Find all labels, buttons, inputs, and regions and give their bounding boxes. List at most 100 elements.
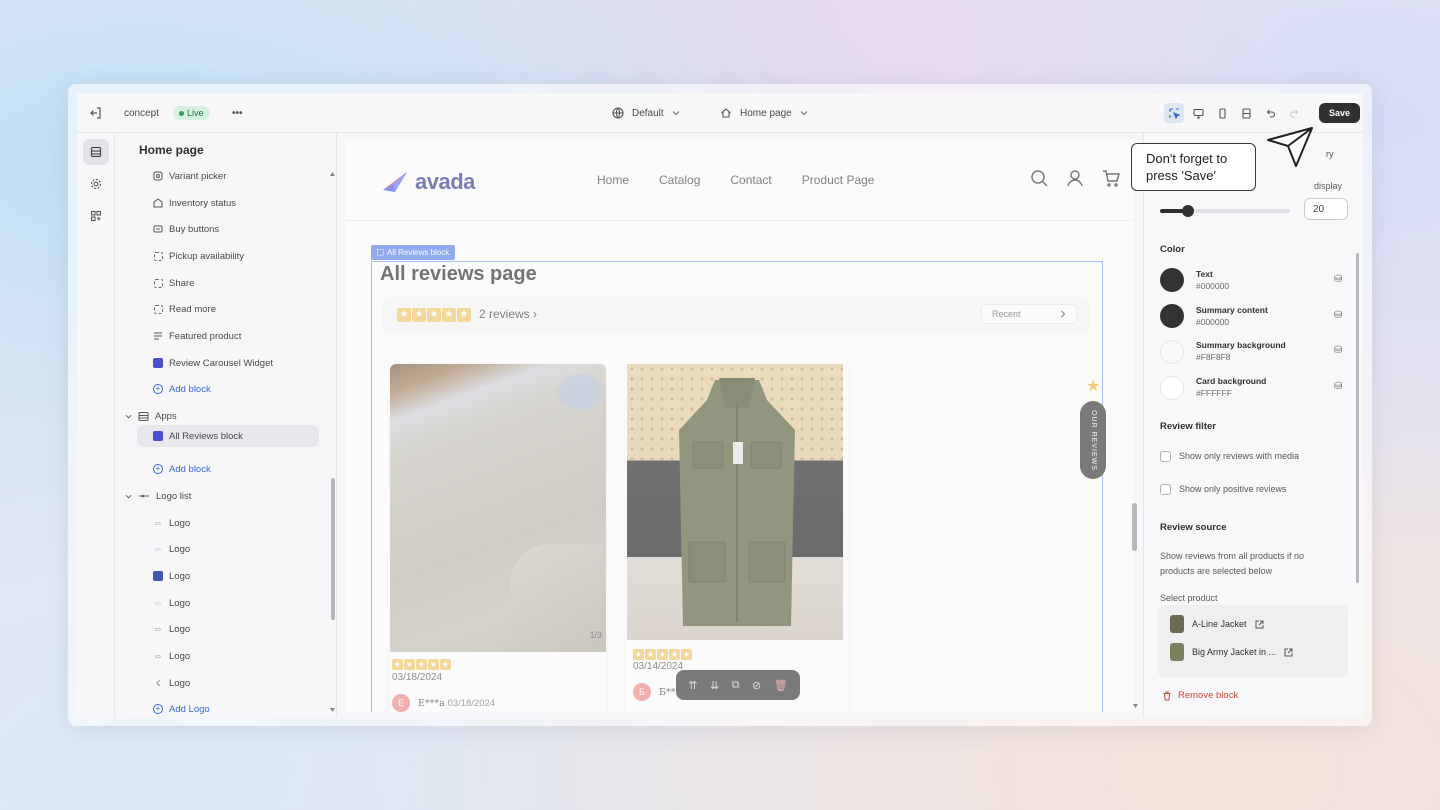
trash-icon[interactable]: 🗑 <box>774 679 788 692</box>
dynamic-source-icon[interactable]: ⛁ <box>1334 310 1344 321</box>
nav-link-contact[interactable]: Contact <box>730 173 771 187</box>
tree-item-logo[interactable]: ☇ Logo <box>137 672 319 694</box>
section-icon <box>138 411 149 421</box>
product-item[interactable]: Big Army Jacket in ... <box>1170 643 1293 661</box>
add-block-button[interactable]: + Add block <box>137 378 319 400</box>
exit-button[interactable] <box>89 93 103 133</box>
desktop-view-button[interactable] <box>1188 103 1208 123</box>
list-icon <box>153 331 163 341</box>
callout-line: press 'Save' <box>1146 168 1216 183</box>
sort-select[interactable]: Recent <box>981 304 1077 324</box>
star-icon: ★ <box>440 659 451 670</box>
store-logo[interactable]: avada <box>381 169 475 195</box>
plus-circle-icon: + <box>153 464 163 474</box>
color-swatch-text[interactable] <box>1160 268 1184 292</box>
chevron-right-icon: › <box>533 307 538 321</box>
tree-item-logo[interactable]: Logo <box>137 565 319 587</box>
tree-group-logo-list[interactable]: Logo list <box>125 485 191 507</box>
canvas-scrollbar[interactable] <box>1132 503 1137 551</box>
add-logo-button[interactable]: + Add Logo <box>137 698 319 718</box>
tree-item-inventory-status[interactable]: Inventory status <box>137 192 319 214</box>
page-select[interactable]: Home page <box>720 93 808 133</box>
nav-link-product-page[interactable]: Product Page <box>802 173 875 187</box>
undo-button[interactable] <box>1260 103 1280 123</box>
star-icon[interactable]: ★ <box>1086 376 1100 396</box>
review-card[interactable]: ★ ★ ★ ★ ★ 03/14/2024 Б Б** <box>625 359 849 712</box>
move-up-icon[interactable]: ⇈ <box>688 679 697 692</box>
review-photo[interactable] <box>627 364 843 640</box>
redo-button[interactable] <box>1284 103 1304 123</box>
review-photo[interactable]: 1/3 <box>390 364 606 652</box>
external-link-icon[interactable] <box>1284 648 1293 657</box>
more-menu-button[interactable]: ••• <box>232 93 243 133</box>
live-badge: Live <box>173 106 210 120</box>
exit-icon <box>90 107 101 119</box>
color-swatch-card-background[interactable] <box>1160 376 1184 400</box>
tree-item-featured-product[interactable]: Featured product <box>137 325 319 347</box>
theme-settings-tab-button[interactable] <box>83 171 109 197</box>
scroll-up-icon[interactable] <box>329 171 336 177</box>
external-link-icon[interactable] <box>1255 620 1264 629</box>
inspector-toggle-button[interactable] <box>1164 103 1184 123</box>
account-icon[interactable] <box>1066 169 1084 187</box>
settings-scrollbar[interactable] <box>1356 253 1359 583</box>
tree-item-logo[interactable]: ▭ Logo <box>137 618 319 640</box>
color-name: Summary background <box>1196 340 1286 350</box>
review-card[interactable]: 1/3 ★ ★ ★ ★ ★ 03/18/2024 E E***a 03/18/2… <box>390 364 606 712</box>
remove-block-button[interactable]: Remove block <box>1162 690 1238 701</box>
tree-item-logo[interactable]: ▭ Logo <box>137 645 319 667</box>
tree-item-read-more[interactable]: Read more <box>137 298 319 320</box>
mobile-view-button[interactable] <box>1212 103 1232 123</box>
nav-link-catalog[interactable]: Catalog <box>659 173 700 187</box>
media-only-checkbox[interactable] <box>1160 451 1171 462</box>
review-count: 2 reviews <box>479 307 530 321</box>
sidebar-scrollbar[interactable] <box>331 478 335 620</box>
tree-item-variant-picker[interactable]: Variant picker <box>137 165 319 187</box>
color-swatch-summary-background[interactable] <box>1160 340 1184 364</box>
theme-select-label: Default <box>632 107 664 119</box>
theme-select[interactable]: Default <box>612 93 680 133</box>
star-icon: ★ <box>457 308 471 322</box>
save-button[interactable]: Save <box>1319 103 1361 123</box>
tree-item-label: Read more <box>169 303 216 315</box>
dynamic-source-icon[interactable]: ⛁ <box>1334 345 1344 356</box>
tree-item-all-reviews-block[interactable]: All Reviews block <box>137 425 319 447</box>
sections-tab-button[interactable] <box>83 139 109 165</box>
positive-only-checkbox[interactable] <box>1160 484 1171 495</box>
our-reviews-tab[interactable]: OUR REVIEWS <box>1080 401 1106 479</box>
star-icon: ★ <box>657 649 668 660</box>
scroll-down-icon[interactable] <box>1132 703 1139 709</box>
review-author: Б** <box>659 687 676 698</box>
hide-icon[interactable]: ⊘ <box>752 679 761 692</box>
search-icon[interactable] <box>1030 169 1048 187</box>
scroll-down-icon[interactable] <box>329 707 336 713</box>
tree-item-logo[interactable]: ▭ Logo <box>137 512 319 534</box>
cart-icon[interactable] <box>1102 169 1120 187</box>
review-count-link[interactable]: 2 reviews › <box>479 307 537 321</box>
tree-group-apps[interactable]: Apps <box>125 405 177 427</box>
undo-icon <box>1266 109 1275 118</box>
app-embeds-tab-button[interactable] <box>83 203 109 229</box>
tree-item-logo[interactable]: ▭ Logo <box>137 538 319 560</box>
move-down-icon[interactable]: ⇊ <box>710 679 719 692</box>
duplicate-icon[interactable]: ⧉ <box>732 679 740 692</box>
nav-link-home[interactable]: Home <box>597 173 629 187</box>
tree-item-review-carousel-widget[interactable]: Review Carousel Widget <box>137 352 319 374</box>
dynamic-source-icon[interactable]: ⛁ <box>1334 274 1344 285</box>
tree-item-share[interactable]: Share <box>137 272 319 294</box>
tree-item-logo[interactable]: ▭ Logo <box>137 592 319 614</box>
product-item[interactable]: A-Line Jacket <box>1170 615 1264 633</box>
review-count-input[interactable]: 20 <box>1304 198 1348 220</box>
fullscreen-view-button[interactable] <box>1236 103 1256 123</box>
tree-item-buy-buttons[interactable]: Buy buttons <box>137 218 319 240</box>
color-swatch-summary-content[interactable] <box>1160 304 1184 328</box>
section-tree: Home page Variant picker Inventory statu… <box>115 133 337 718</box>
logo-thumb-icon: ▭ <box>155 626 161 633</box>
tree-item-pickup-availability[interactable]: Pickup availability <box>137 245 319 267</box>
logo-thumb-icon: ▭ <box>155 600 161 607</box>
slider-handle[interactable] <box>1182 205 1194 217</box>
inventory-icon <box>153 198 163 208</box>
dynamic-source-icon[interactable]: ⛁ <box>1334 381 1344 392</box>
tree-item-label: Featured product <box>169 330 242 342</box>
add-app-block-button[interactable]: + Add block <box>137 458 319 480</box>
